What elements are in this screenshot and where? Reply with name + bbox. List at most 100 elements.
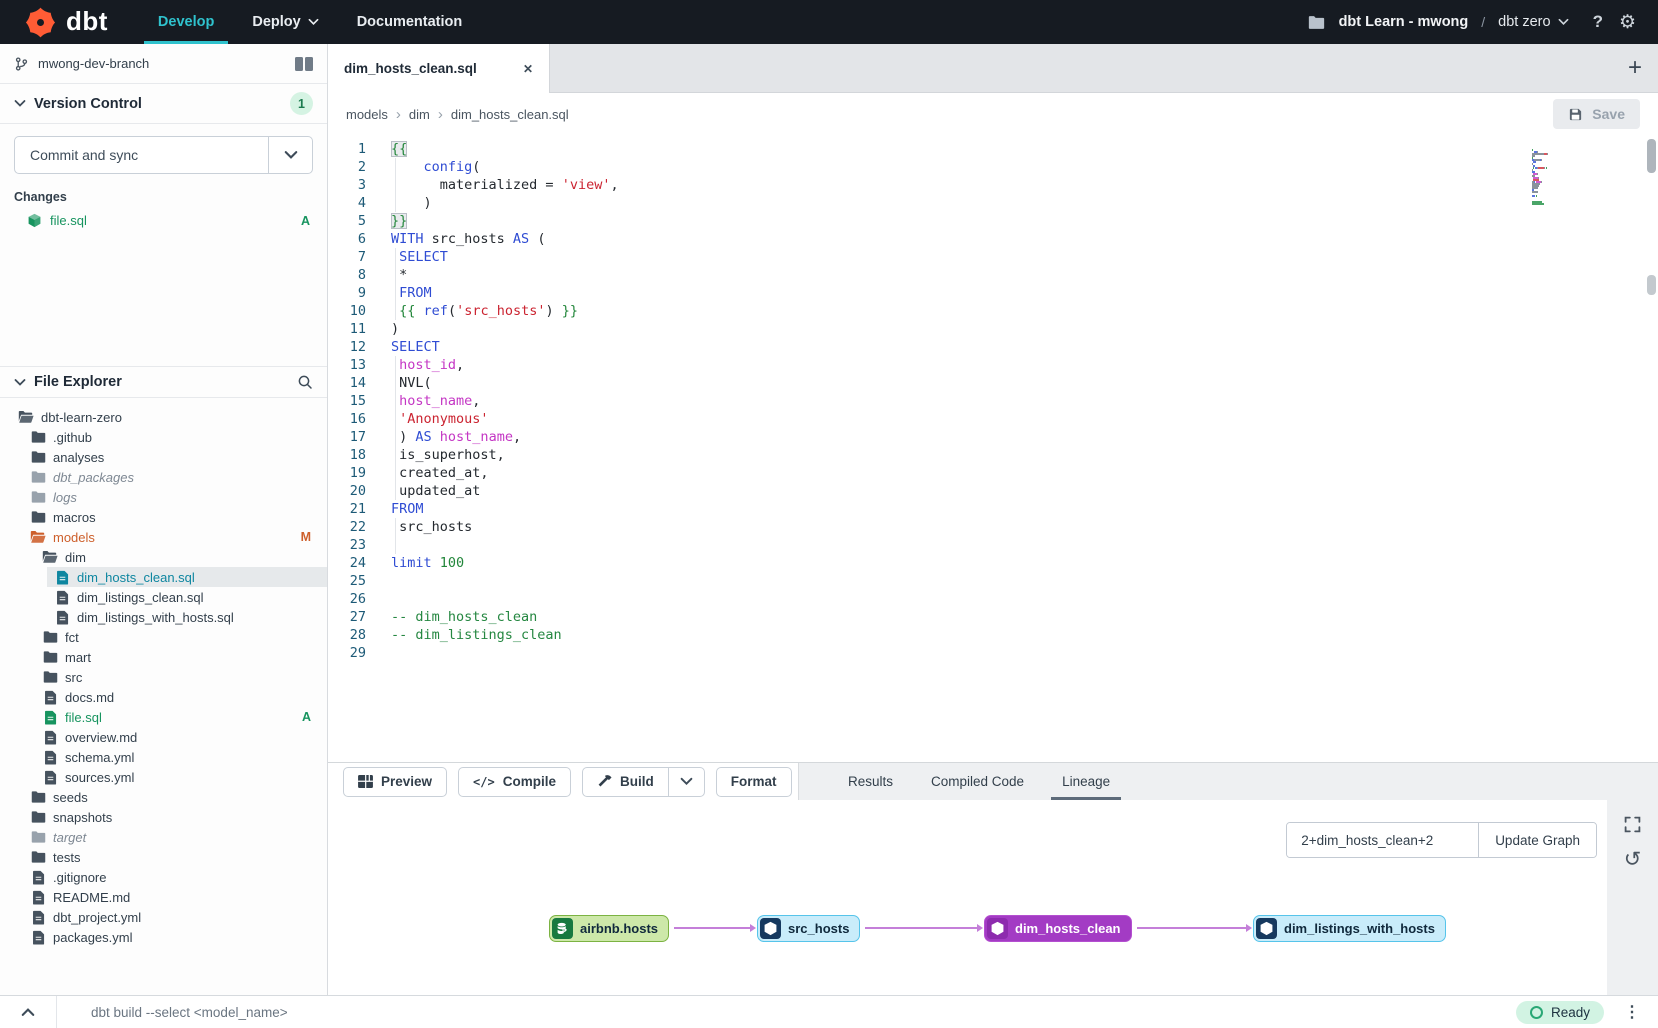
line-number: 16 (328, 410, 366, 428)
folder-icon (30, 789, 46, 805)
update-graph-button[interactable]: Update Graph (1478, 823, 1596, 857)
build-button[interactable]: Build (583, 768, 668, 796)
nav-documentation[interactable]: Documentation (343, 0, 477, 44)
model-cube-icon (54, 569, 70, 585)
tree-item-dim_listings_with_hosts.sql[interactable]: dim_listings_with_hosts.sql (0, 607, 327, 627)
lineage-node-src_hosts[interactable]: src_hosts (757, 915, 860, 942)
status-badge[interactable]: Ready (1516, 1001, 1604, 1024)
tree-item-sources.yml[interactable]: sources.yml (0, 767, 327, 787)
compile-button[interactable]: </> Compile (458, 767, 571, 797)
editor-tab[interactable]: dim_hosts_clean.sql ✕ (328, 44, 550, 93)
minimap[interactable] (1532, 142, 1566, 200)
tree-item-.github[interactable]: .github (0, 427, 327, 447)
file-icon (42, 689, 58, 705)
commit-and-sync-button[interactable]: Commit and sync (14, 136, 313, 174)
primary-nav: Develop Deploy Documentation (144, 0, 486, 44)
code-line (366, 590, 1658, 608)
tree-item-fct[interactable]: fct (0, 627, 327, 647)
tree-item-dbt_packages[interactable]: dbt_packages (0, 467, 327, 487)
tree-item-label: models (53, 530, 95, 545)
tree-item-analyses[interactable]: analyses (0, 447, 327, 467)
tab-lineage[interactable]: Lineage (1057, 763, 1115, 800)
scrollbar-thumb[interactable] (1647, 139, 1656, 173)
build-options-chevron[interactable] (668, 768, 704, 796)
command-input[interactable] (91, 1005, 1516, 1020)
breadcrumb-dim[interactable]: dim (409, 107, 430, 122)
format-button[interactable]: Format (716, 767, 792, 797)
tree-item-snapshots[interactable]: snapshots (0, 807, 327, 827)
tree-item-logs[interactable]: logs (0, 487, 327, 507)
line-number: 20 (328, 482, 366, 500)
fullscreen-icon[interactable] (1624, 816, 1641, 833)
tree-item-.gitignore[interactable]: .gitignore (0, 867, 327, 887)
line-number: 27 (328, 608, 366, 626)
folder-icon (30, 809, 46, 825)
save-button[interactable]: Save (1553, 99, 1640, 129)
topbar-right: dbt Learn - mwong / dbt zero ? ⚙ (1308, 11, 1636, 34)
nav-develop[interactable]: Develop (144, 0, 228, 44)
code-line: ) AS host_name, (366, 428, 1658, 446)
tree-item-src[interactable]: src (0, 667, 327, 687)
close-tab-icon[interactable]: ✕ (523, 62, 533, 76)
preview-button[interactable]: Preview (343, 767, 447, 797)
tree-item-packages.yml[interactable]: packages.yml (0, 927, 327, 947)
breadcrumb-file[interactable]: dim_hosts_clean.sql (451, 107, 569, 122)
chevron-up-icon[interactable] (0, 996, 56, 1028)
search-icon[interactable] (297, 374, 313, 390)
new-tab-button[interactable]: + (1628, 56, 1642, 80)
nav-deploy[interactable]: Deploy (238, 0, 332, 44)
code-editor[interactable]: 1{{2 config(3 materialized = 'view',4 )5… (328, 135, 1658, 762)
tab-results[interactable]: Results (843, 763, 898, 800)
dbt-logo[interactable]: dbt (24, 6, 108, 39)
toggle-panels-icon[interactable] (295, 57, 313, 71)
tree-item-README.md[interactable]: README.md (0, 887, 327, 907)
tree-item-seeds[interactable]: seeds (0, 787, 327, 807)
code-line: host_id, (366, 356, 1658, 374)
code-line: -- dim_listings_clean (366, 626, 1658, 644)
lineage-node-airbnb.hosts[interactable]: airbnb.hosts (549, 915, 669, 942)
tree-item-label: mart (65, 650, 91, 665)
model-cube-icon (54, 609, 70, 625)
lineage-node-dim_hosts_clean[interactable]: dim_hosts_clean (984, 915, 1132, 942)
tree-item-dim_hosts_clean.sql[interactable]: dim_hosts_clean.sql (0, 567, 327, 587)
file-icon (30, 869, 46, 885)
tree-item-schema.yml[interactable]: schema.yml (0, 747, 327, 767)
kebab-menu-icon[interactable]: ⋮ (1624, 1002, 1640, 1022)
branch-name: mwong-dev-branch (38, 56, 286, 71)
top-nav: dbt Develop Deploy Documentation dbt Lea… (0, 0, 1658, 44)
tree-item-dbt-learn-zero[interactable]: dbt-learn-zero (0, 407, 327, 427)
tree-item-label: src (65, 670, 82, 685)
breadcrumb-models[interactable]: models (346, 107, 388, 122)
lineage-node-dim_listings_with_hosts[interactable]: dim_listings_with_hosts (1253, 915, 1446, 942)
settings-gear-icon[interactable]: ⚙ (1619, 11, 1636, 34)
tree-item-overview.md[interactable]: overview.md (0, 727, 327, 747)
tree-item-dbt_project.yml[interactable]: dbt_project.yml (0, 907, 327, 927)
folder-icon (30, 449, 46, 465)
tree-item-target[interactable]: target (0, 827, 327, 847)
changed-file-name: file.sql (50, 213, 87, 228)
environment-selector[interactable]: dbt zero (1498, 14, 1568, 30)
version-control-title: Version Control (34, 96, 142, 112)
tree-item-models[interactable]: modelsM (0, 527, 327, 547)
tree-item-docs.md[interactable]: docs.md (0, 687, 327, 707)
tree-item-macros[interactable]: macros (0, 507, 327, 527)
file-icon (42, 749, 58, 765)
project-separator: / (1481, 14, 1485, 30)
lineage-selector-input[interactable] (1287, 823, 1478, 857)
reset-view-icon[interactable]: ↺ (1624, 849, 1642, 870)
tree-item-mart[interactable]: mart (0, 647, 327, 667)
tree-item-tests[interactable]: tests (0, 847, 327, 867)
file-icon (42, 729, 58, 745)
commit-options-chevron[interactable] (268, 137, 312, 173)
changed-file-row[interactable]: file.sql A (14, 213, 313, 228)
tree-item-file.sql[interactable]: file.sqlA (0, 707, 327, 727)
help-icon[interactable]: ? (1593, 12, 1603, 32)
tree-item-dim_listings_clean.sql[interactable]: dim_listings_clean.sql (0, 587, 327, 607)
editor-scrollbar[interactable] (1647, 139, 1656, 295)
code-line (366, 644, 1658, 662)
tab-compiled-code[interactable]: Compiled Code (926, 763, 1029, 800)
tree-item-dim[interactable]: dim (0, 547, 327, 567)
file-explorer-header[interactable]: File Explorer (0, 366, 327, 398)
version-control-header[interactable]: Version Control 1 (0, 84, 327, 124)
scrollbar-thumb[interactable] (1647, 275, 1656, 295)
